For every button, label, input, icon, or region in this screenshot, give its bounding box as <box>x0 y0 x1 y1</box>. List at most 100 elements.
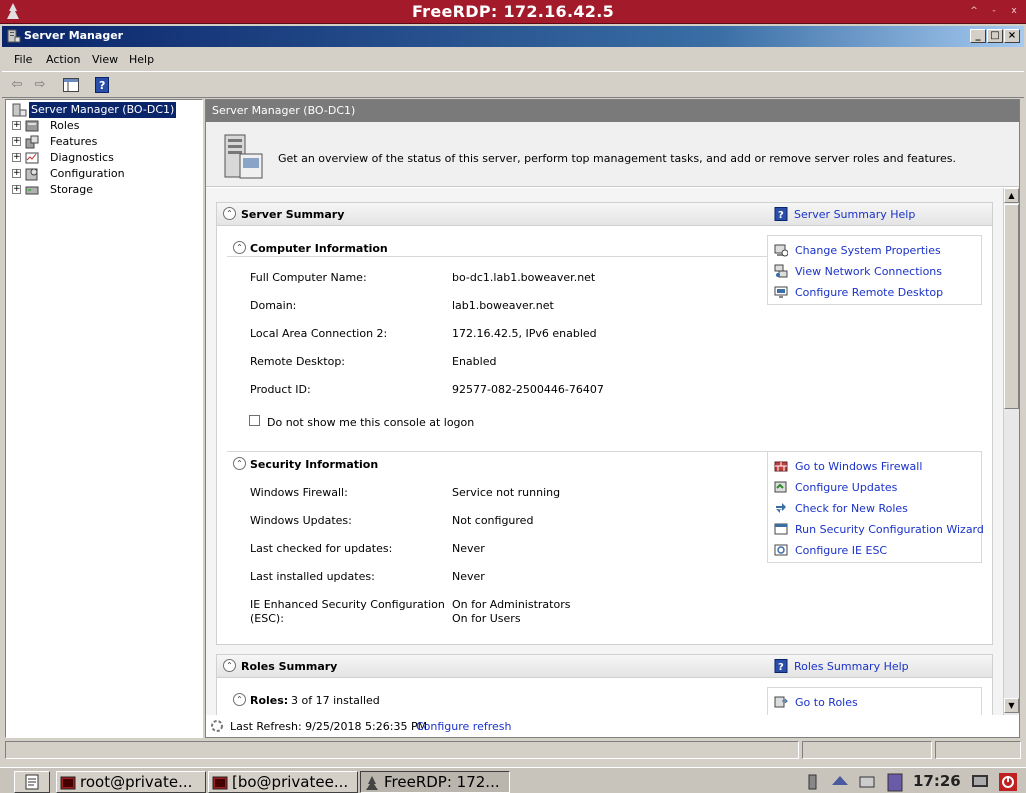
info-value: 172.16.42.5, IPv6 enabled <box>452 327 597 340</box>
collapse-icon[interactable]: ⌃ <box>223 659 236 672</box>
roles-icon <box>25 120 39 132</box>
info-label: (ESC): <box>250 612 284 625</box>
server-overview-icon <box>224 134 263 179</box>
status-pane <box>935 741 1021 759</box>
network-connections-icon <box>774 264 788 278</box>
info-value: Service not running <box>452 486 561 499</box>
expand-icon[interactable]: + <box>12 153 21 162</box>
tray-network-icon[interactable] <box>830 771 850 793</box>
tray-clock: 17:26 <box>913 772 961 790</box>
scroll-down-arrow-icon[interactable]: ▼ <box>1004 698 1019 713</box>
collapse-icon[interactable]: ⌃ <box>233 457 246 470</box>
start-icon <box>25 774 39 790</box>
features-icon <box>25 135 39 149</box>
tree-item-label: Features <box>50 135 98 148</box>
info-label: Windows Updates: <box>250 514 352 527</box>
configure-refresh-link[interactable]: Configure refresh <box>416 720 511 733</box>
roles-summary-help-link[interactable]: Roles Summary Help <box>794 660 909 673</box>
configure-ie-esc-link[interactable]: Configure IE ESC <box>795 544 887 557</box>
security-wizard-icon <box>774 523 788 535</box>
view-network-connections-link[interactable]: View Network Connections <box>795 265 942 278</box>
tray-drive-icon[interactable] <box>858 771 876 793</box>
close-button[interactable]: × <box>1004 29 1020 43</box>
last-refresh-text: Last Refresh: 9/25/2018 5:26:35 PM <box>230 720 428 733</box>
summary-scroll-area[interactable]: ⌃ Server Summary ? Server Summary Help ⌃… <box>206 188 1003 715</box>
help-book-icon: ? <box>774 207 788 221</box>
go-to-roles-link[interactable]: Go to Roles <box>795 696 858 709</box>
taskbar-item-root-terminal[interactable]: root@private... <box>56 771 206 793</box>
run-security-configuration-wizard-link[interactable]: Run Security Configuration Wizard <box>795 523 984 536</box>
change-system-properties-link[interactable]: Change System Properties <box>795 244 941 257</box>
app-title: Server Manager <box>24 29 124 42</box>
tray-display-icon[interactable] <box>970 771 990 793</box>
scroll-thumb[interactable] <box>1004 204 1019 409</box>
go-to-windows-firewall-link[interactable]: Go to Windows Firewall <box>795 460 922 473</box>
system-properties-icon <box>774 244 788 257</box>
collapse-icon[interactable]: ⌃ <box>223 207 236 220</box>
tree-item-diagnostics[interactable]: + Diagnostics <box>6 150 202 166</box>
minimize-outer-button[interactable]: - <box>988 5 1000 17</box>
tree-item-label: Storage <box>50 183 94 196</box>
app-title-bar[interactable]: Server Manager _ □ × <box>2 26 1024 47</box>
show-hide-console-tree-icon[interactable] <box>60 75 82 95</box>
roles-summary-section: ⌃ Roles Summary ? Roles Summary Help ⌃ R… <box>216 654 993 715</box>
info-label: Product ID: <box>250 383 311 396</box>
menu-help[interactable]: Help <box>129 53 154 66</box>
server-summary-section: ⌃ Server Summary ? Server Summary Help ⌃… <box>216 202 993 645</box>
scroll-up-arrow-icon[interactable]: ▲ <box>1004 188 1019 203</box>
collapse-icon[interactable]: ⌃ <box>233 693 246 706</box>
maximize-button[interactable]: □ <box>987 29 1003 43</box>
security-info-actions: Go to Windows Firewall Configure Updates… <box>767 451 984 563</box>
dont-show-at-logon-label: Do not show me this console at logon <box>267 416 475 429</box>
tray-monitor-icon[interactable] <box>886 771 904 793</box>
configure-updates-link[interactable]: Configure Updates <box>795 481 897 494</box>
ie-esc-icon <box>774 544 788 556</box>
server-summary-title: Server Summary <box>241 208 345 221</box>
svg-text:?: ? <box>778 210 784 221</box>
tree-item-features[interactable]: + Features <box>6 134 202 150</box>
collapse-icon[interactable]: ⌃ <box>233 241 246 254</box>
tree-item-configuration[interactable]: + Configuration <box>6 166 202 182</box>
forward-arrow-icon[interactable]: ⇨ <box>29 75 51 95</box>
shade-button[interactable]: ^ <box>968 5 980 17</box>
roles-actions: Go to Roles <box>767 687 982 715</box>
terminal-icon <box>60 776 76 789</box>
expand-icon[interactable]: + <box>12 121 21 130</box>
computer-information-box: ⌃ Computer Information Full Computer Nam… <box>227 235 982 440</box>
freerdp-icon <box>366 775 378 790</box>
power-icon[interactable] <box>998 771 1018 793</box>
roles-box: ⌃ Roles: 3 of 17 installed Go to Roles <box>227 687 982 715</box>
taskbar-item-bo-terminal[interactable]: [bo@privatee... <box>208 771 358 793</box>
vertical-scrollbar[interactable]: ▲ ▼ <box>1003 188 1019 715</box>
tree-root[interactable]: Server Manager (BO-DC1) <box>6 102 202 118</box>
expand-icon[interactable]: + <box>12 137 21 146</box>
go-to-roles-icon <box>774 696 788 708</box>
freerdp-title-bar[interactable]: FreeRDP: 172.16.42.5 ^ - x <box>0 0 1026 24</box>
taskbar-item-freerdp[interactable]: FreeRDP: 172... <box>360 771 510 793</box>
configure-remote-desktop-link[interactable]: Configure Remote Desktop <box>795 286 943 299</box>
check-for-new-roles-link[interactable]: Check for New Roles <box>795 502 908 515</box>
back-arrow-icon[interactable]: ⇦ <box>6 75 28 95</box>
server-summary-help-link[interactable]: Server Summary Help <box>794 208 915 221</box>
menu-action[interactable]: Action <box>46 53 80 66</box>
tree-item-roles[interactable]: + Roles <box>6 118 202 134</box>
info-value: On for Users <box>452 612 521 625</box>
tray-tool-icon[interactable] <box>805 771 821 793</box>
toolbar: ⇦ ⇨ ? <box>2 71 1024 98</box>
svg-text:?: ? <box>99 79 105 92</box>
expand-icon[interactable]: + <box>12 185 21 194</box>
tree-item-storage[interactable]: + Storage <box>6 182 202 198</box>
start-menu-button[interactable] <box>14 771 50 793</box>
updates-icon <box>774 481 787 493</box>
storage-icon <box>25 186 39 195</box>
tree-root-label: Server Manager (BO-DC1) <box>29 102 177 118</box>
expand-icon[interactable]: + <box>12 169 21 178</box>
taskbar-item-label: FreeRDP: 172... <box>384 773 500 791</box>
dont-show-at-logon-checkbox[interactable] <box>249 415 260 426</box>
minimize-button[interactable]: _ <box>970 29 986 43</box>
computer-info-actions: Change System Properties View Network Co… <box>767 235 982 305</box>
help-icon[interactable]: ? <box>91 75 113 95</box>
menu-file[interactable]: File <box>14 53 32 66</box>
menu-view[interactable]: View <box>92 53 118 66</box>
close-outer-button[interactable]: x <box>1008 5 1020 17</box>
